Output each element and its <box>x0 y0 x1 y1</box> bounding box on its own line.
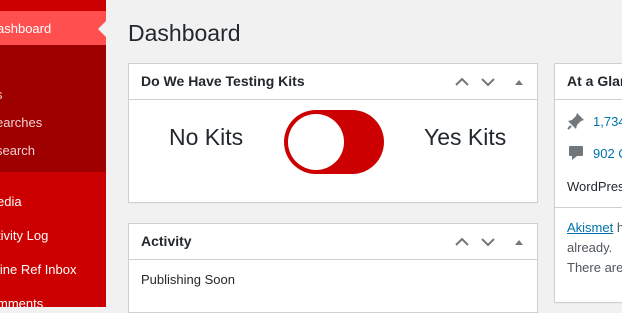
sidebar-item-label: tivity Log <box>0 228 49 243</box>
sidebar-item-label: line Ref Inbox <box>0 262 77 277</box>
sidebar-item-label: mments <box>0 296 44 307</box>
activity-widget: Activity Publishing Soon <box>128 223 538 313</box>
admin-sidebar: ashboard s earches search edia tivity Lo… <box>0 0 106 307</box>
toggle-knob <box>288 114 344 170</box>
testing-kits-widget: Do We Have Testing Kits No Kits Yes Kits <box>128 63 538 203</box>
move-up-icon[interactable] <box>453 233 471 251</box>
spam-queue-text: There are <box>567 260 622 275</box>
akismet-link[interactable]: Akismet <box>567 220 613 235</box>
page-title: Dashboard <box>128 20 241 46</box>
widget-header[interactable]: At a Glan <box>555 64 622 100</box>
sidebar-item-dashboard[interactable]: ashboard <box>0 11 106 45</box>
akismet-already-text: already. <box>567 240 613 255</box>
comment-icon <box>569 146 583 160</box>
submenu-item[interactable]: s <box>0 86 106 104</box>
move-up-icon[interactable] <box>453 73 471 91</box>
submenu-item-label: earches <box>0 115 43 130</box>
sidebar-submenu: s earches search <box>0 45 106 172</box>
widget-title: Activity <box>141 233 192 249</box>
collapse-toggle-icon[interactable] <box>510 233 528 251</box>
sidebar-item-online-ref-inbox[interactable]: line Ref Inbox <box>0 261 106 281</box>
submenu-item-label: s <box>0 86 3 104</box>
move-down-icon[interactable] <box>479 73 497 91</box>
active-menu-arrow <box>98 21 106 37</box>
widget-header[interactable]: Do We Have Testing Kits <box>129 64 537 100</box>
posts-count-link[interactable]: 1,734 <box>593 114 622 129</box>
widget-title: Do We Have Testing Kits <box>141 73 305 89</box>
submenu-item-search[interactable]: search <box>0 142 106 160</box>
pin-icon <box>567 113 584 130</box>
move-down-icon[interactable] <box>479 233 497 251</box>
kits-toggle-switch[interactable] <box>284 110 384 174</box>
sidebar-item-activity-log[interactable]: tivity Log <box>0 227 106 247</box>
sidebar-item-label: edia <box>0 194 22 209</box>
no-kits-label: No Kits <box>169 124 244 150</box>
widget-header[interactable]: Activity <box>129 224 537 260</box>
wordpress-version-text: WordPres <box>567 179 622 194</box>
sidebar-item-comments[interactable]: mments <box>0 295 106 307</box>
akismet-text: h <box>616 220 622 235</box>
submenu-item-searches[interactable]: earches <box>0 114 106 132</box>
yes-kits-label: Yes Kits <box>424 124 507 150</box>
comments-count-link[interactable]: 902 C <box>593 146 622 161</box>
at-a-glance-widget: At a Glan 1,734 902 C WordPres Akismet h… <box>554 63 622 303</box>
sidebar-item-media[interactable]: edia <box>0 193 106 213</box>
collapse-toggle-icon[interactable] <box>510 73 528 91</box>
sidebar-item-label: ashboard <box>0 21 52 36</box>
publishing-soon-heading: Publishing Soon <box>141 272 235 287</box>
submenu-item-label: search <box>0 143 36 158</box>
divider <box>555 207 622 208</box>
akismet-line: Akismet h <box>567 220 622 235</box>
widget-title: At a Glan <box>567 73 622 89</box>
